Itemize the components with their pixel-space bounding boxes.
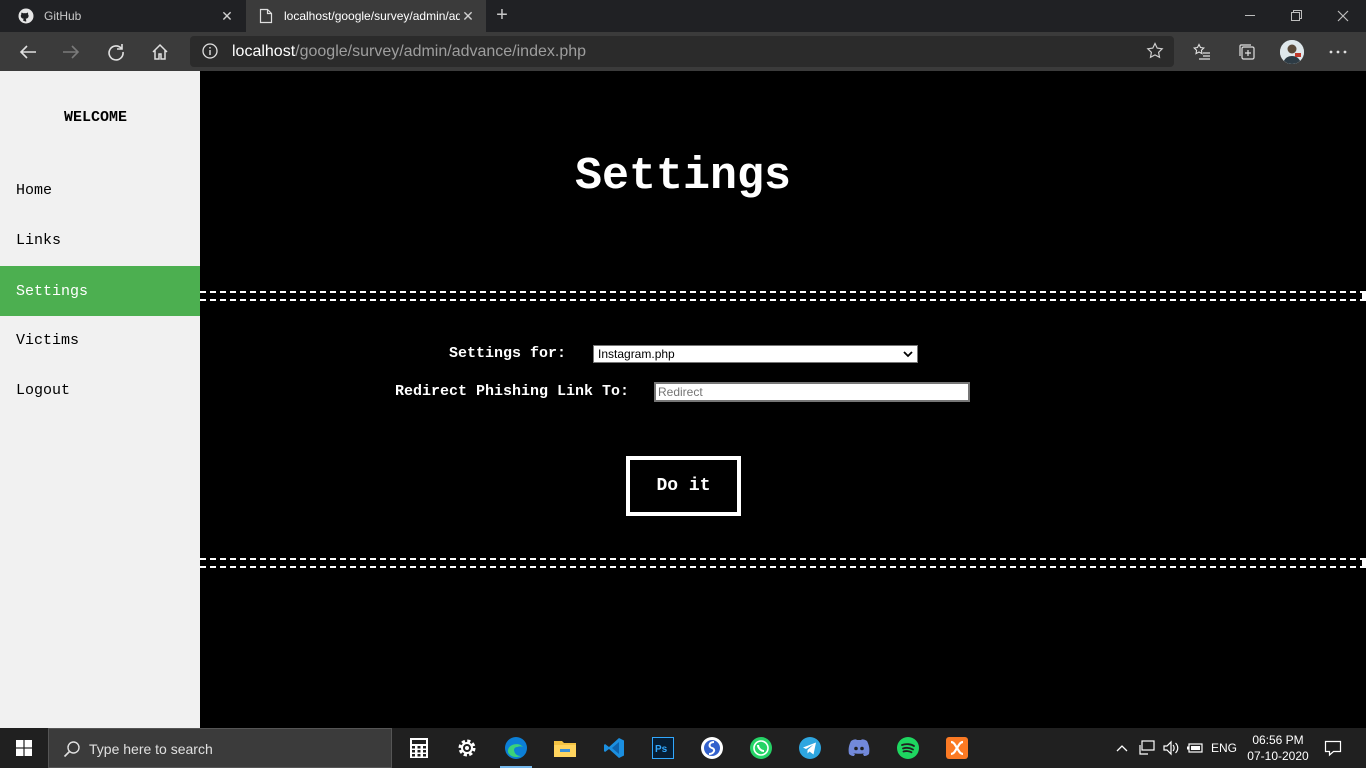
volume-icon[interactable] [1160,728,1182,768]
simplenote-icon[interactable] [688,728,736,768]
back-icon[interactable] [15,39,41,65]
main-content: Settings Settings for: Instagram.php Red… [200,71,1366,728]
new-tab-icon[interactable]: + [492,5,512,27]
site-info-icon[interactable] [202,43,218,59]
forward-icon[interactable] [58,39,84,65]
xampp-icon[interactable] [933,728,981,768]
close-window-icon[interactable] [1320,0,1366,32]
show-hidden-icons-icon[interactable] [1112,728,1132,768]
sidebar-item-victims[interactable]: Victims [0,315,200,365]
profile-avatar[interactable] [1280,40,1304,64]
restore-icon[interactable] [1274,0,1320,32]
battery-icon[interactable] [1184,728,1206,768]
top-dashed-divider [200,291,1366,301]
collections-icon[interactable] [1234,39,1260,65]
taskbar-clock[interactable]: 06:56 PM 07-10-2020 [1242,732,1314,764]
sidebar-item-home[interactable]: Home [0,165,200,215]
file-explorer-icon[interactable] [541,728,589,768]
redirect-input[interactable] [654,382,970,402]
settings-for-label: Settings for: [449,345,567,362]
clock-date: 07-10-2020 [1247,749,1309,763]
search-icon [63,740,81,758]
tab-github[interactable]: GitHub ✕ [0,0,245,32]
favorites-list-icon[interactable] [1189,39,1215,65]
browser-toolbar: localhost/google/survey/admin/advance/in… [0,32,1366,71]
close-tab-icon[interactable]: ✕ [460,8,476,24]
tab-label: localhost/google/survey/admin/advance/in… [284,9,460,23]
sidebar-item-links[interactable]: Links [0,215,200,265]
welcome-heading: WELCOME [63,109,127,126]
redirect-label: Redirect Phishing Link To: [395,383,630,400]
browser-tab-strip: GitHub ✕ localhost/google/survey/admin/a… [0,0,1366,32]
discord-icon[interactable] [835,728,883,768]
page-title: Settings [574,151,792,202]
select-value: Instagram.php [598,347,675,361]
calculator-icon[interactable] [395,728,443,768]
settings-for-select[interactable]: Instagram.php [593,345,918,363]
close-tab-icon[interactable]: ✕ [219,8,235,24]
favorite-star-icon[interactable] [1146,42,1164,60]
sidebar-item-logout[interactable]: Logout [0,365,200,415]
divider-end-cap [1362,558,1366,568]
chevron-down-icon [902,348,914,360]
url-text: localhost/google/survey/admin/advance/in… [232,43,586,61]
more-menu-icon[interactable] [1325,39,1351,65]
windows-start-icon[interactable] [0,728,48,768]
vscode-icon[interactable] [590,728,638,768]
edge-icon[interactable] [492,728,540,768]
home-icon[interactable] [147,39,173,65]
tab-label: GitHub [44,9,82,23]
clock-time: 06:56 PM [1252,733,1304,747]
spotify-icon[interactable] [884,728,932,768]
do-it-button[interactable]: Do it [626,456,741,516]
sidebar-item-settings[interactable]: Settings [0,266,200,316]
tab-admin-settings[interactable]: localhost/google/survey/admin/advance/in… [246,0,486,32]
bottom-dashed-divider [200,558,1366,568]
language-indicator[interactable]: ENG [1208,728,1240,768]
network-icon[interactable] [1136,728,1158,768]
address-bar[interactable]: localhost/google/survey/admin/advance/in… [190,36,1174,67]
refresh-icon[interactable] [103,39,129,65]
whatsapp-icon[interactable] [737,728,785,768]
windows-taskbar: Type here to search Ps ENG 06:56 PM 07-1… [0,728,1366,768]
page-icon [258,8,274,24]
photoshop-icon[interactable]: Ps [639,728,687,768]
sidebar: WELCOME Home Links Settings Victims Logo… [0,71,200,728]
divider-end-cap [1362,291,1366,301]
search-placeholder: Type here to search [89,741,213,757]
url-host: localhost [232,43,296,60]
svg-text:Ps: Ps [655,744,668,755]
notifications-icon[interactable] [1318,728,1348,768]
github-icon [18,8,34,24]
telegram-icon[interactable] [786,728,834,768]
settings-gear-icon[interactable] [443,728,491,768]
url-path: /google/survey/admin/advance/index.php [295,43,587,60]
taskbar-search[interactable]: Type here to search [48,728,392,768]
minimize-icon[interactable] [1228,0,1274,32]
